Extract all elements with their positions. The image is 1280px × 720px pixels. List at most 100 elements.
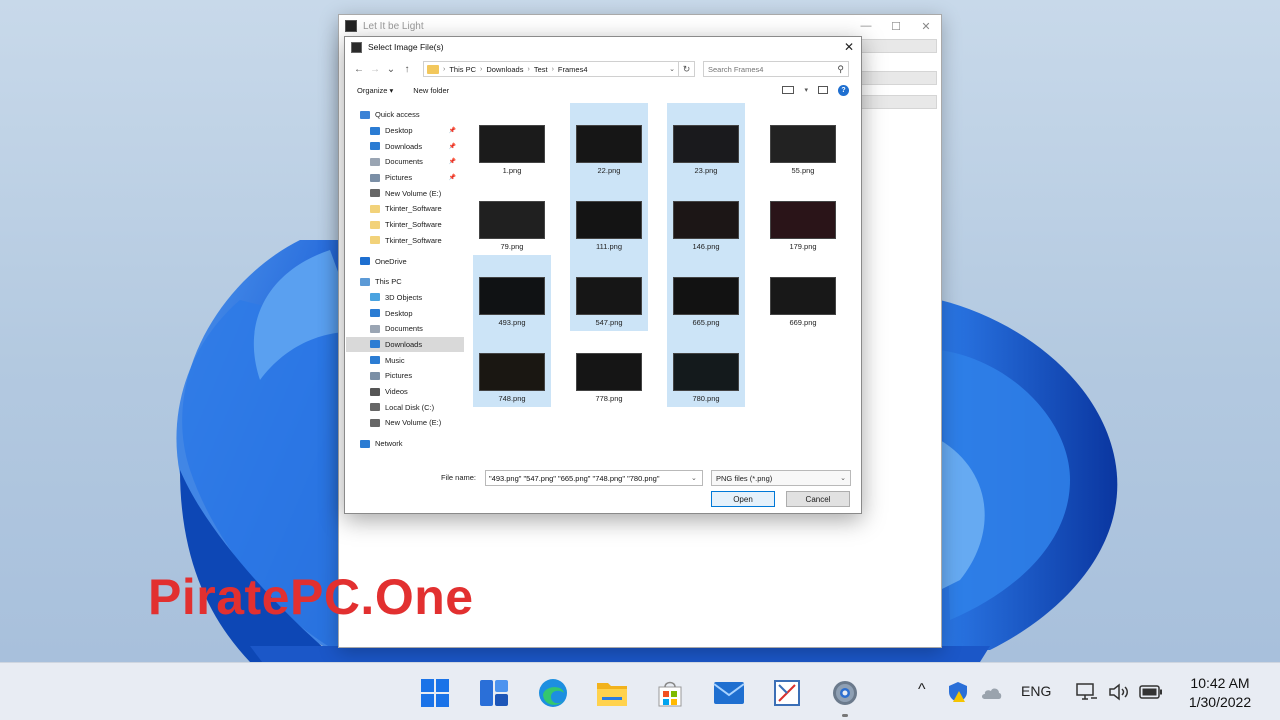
file-name-label: 778.png	[595, 394, 623, 403]
minimize-button[interactable]: —	[851, 15, 881, 37]
taskbar-clock[interactable]: 10:42 AM 1/30/2022	[1180, 674, 1260, 712]
nav-pane-item[interactable]: Quick access	[346, 107, 464, 123]
image-thumbnail	[576, 277, 642, 315]
nav-pane-item[interactable]: Tkinter_Software	[346, 201, 464, 217]
file-name-dropdown-icon[interactable]: ⌄	[691, 474, 697, 482]
nav-pane-item[interactable]: Pictures 📌	[346, 170, 464, 186]
background-panel-strip	[859, 71, 937, 85]
image-thumbnail	[673, 277, 739, 315]
security-shield-icon[interactable]	[946, 680, 970, 704]
nav-pane-item[interactable]: OneDrive	[346, 253, 464, 269]
file-tile[interactable]: 111.png	[570, 179, 648, 255]
snipping-tool-icon[interactable]	[771, 677, 803, 709]
view-options-chevron-icon[interactable]: ▾	[804, 86, 808, 94]
nav-pane-item[interactable]: Downloads	[346, 336, 464, 353]
dialog-close-button[interactable]: ✕	[837, 37, 861, 57]
help-icon[interactable]: ?	[838, 84, 849, 96]
search-box[interactable]: ⚲	[703, 61, 849, 77]
network-monitor-icon[interactable]	[1074, 680, 1100, 704]
new-folder-button[interactable]: New folder	[413, 86, 449, 95]
nav-pane-item[interactable]: Desktop 📌	[346, 123, 464, 139]
chevron-down-icon: ⌄	[840, 475, 846, 482]
file-tile[interactable]: 1.png	[473, 103, 551, 179]
tray-chevron-icon[interactable]: ^	[918, 681, 926, 699]
up-folder-button[interactable]: ↑	[399, 61, 415, 77]
nav-pane-item[interactable]: This PC	[346, 274, 464, 290]
language-indicator[interactable]: ENG	[1021, 683, 1051, 699]
windows-start-icon[interactable]	[419, 677, 451, 709]
nav-pane-item-label: Network	[375, 439, 403, 449]
file-tile[interactable]: 547.png	[570, 255, 648, 331]
change-view-icon[interactable]	[782, 86, 795, 94]
file-tile[interactable]: 79.png	[473, 179, 551, 255]
organize-button[interactable]: Organize ▾	[357, 86, 393, 95]
maximize-button[interactable]: ☐	[881, 15, 911, 37]
nav-pane-item[interactable]: New Volume (E:)	[346, 185, 464, 201]
battery-icon[interactable]	[1138, 680, 1164, 704]
file-tile[interactable]: 146.png	[667, 179, 745, 255]
pin-icon: 📌	[448, 175, 456, 182]
nav-pane-item[interactable]: 3D Objects	[346, 290, 464, 306]
nav-pane-item[interactable]: Tkinter_Software	[346, 233, 464, 249]
select-image-files-dialog: Select Image File(s) ✕ ← → ⌄ ↑ › This PC…	[344, 36, 862, 514]
nav-pane-item[interactable]: Network	[346, 436, 464, 452]
volume-icon[interactable]	[1106, 680, 1132, 704]
file-tile[interactable]: 748.png	[473, 331, 551, 407]
file-tile[interactable]: 780.png	[667, 331, 745, 407]
image-thumbnail	[770, 277, 836, 315]
widgets-icon[interactable]	[478, 677, 510, 709]
file-tile[interactable]: 669.png	[764, 255, 842, 331]
recent-locations-button[interactable]: ⌄	[383, 61, 399, 77]
edge-icon[interactable]	[537, 677, 569, 709]
nav-pane-item-label: This PC	[375, 277, 402, 287]
file-tile[interactable]: 179.png	[764, 179, 842, 255]
close-button[interactable]: ✕	[911, 15, 941, 37]
address-dropdown-icon[interactable]: ⌄	[669, 65, 675, 73]
image-thumbnail	[770, 201, 836, 239]
nav-pane-item[interactable]: Videos	[346, 384, 464, 400]
open-button[interactable]: Open	[711, 491, 775, 507]
file-tile[interactable]: 22.png	[570, 103, 648, 179]
file-tile[interactable]: 778.png	[570, 331, 648, 407]
nav-pane-item[interactable]: Local Disk (C:)	[346, 399, 464, 415]
background-panel-strip	[859, 95, 937, 109]
store-icon[interactable]	[654, 677, 686, 709]
cancel-button[interactable]: Cancel	[786, 491, 850, 507]
back-button[interactable]: ←	[351, 61, 367, 77]
search-icon: ⚲	[837, 63, 844, 74]
breadcrumb-this-pc[interactable]: This PC	[449, 65, 476, 74]
file-type-select[interactable]: PNG files (*.png) ⌄	[711, 470, 851, 486]
nav-pane-item[interactable]: Documents	[346, 321, 464, 337]
nav-pane-item[interactable]: Tkinter_Software	[346, 217, 464, 233]
breadcrumb-test[interactable]: Test	[534, 65, 548, 74]
preview-pane-icon[interactable]	[818, 86, 828, 94]
refresh-button[interactable]: ↻	[679, 61, 695, 77]
file-explorer-icon[interactable]	[596, 677, 628, 709]
breadcrumb-downloads[interactable]: Downloads	[486, 65, 523, 74]
settings-icon[interactable]	[829, 677, 861, 709]
pictures-icon	[370, 371, 380, 380]
nav-pane-item-label: Documents	[385, 324, 423, 334]
onedrive-cloud-icon[interactable]	[978, 680, 1004, 704]
address-bar[interactable]: › This PC › Downloads › Test › Frames4 ⌄	[423, 61, 679, 77]
file-tile[interactable]: 493.png	[473, 255, 551, 331]
forward-button[interactable]: →	[367, 61, 383, 77]
nav-pane-item-label: Desktop	[385, 126, 413, 136]
nav-pane-item[interactable]: Pictures	[346, 368, 464, 384]
nav-pane-item[interactable]: Desktop	[346, 305, 464, 321]
breadcrumb-separator: ›	[443, 65, 446, 73]
nav-pane-item[interactable]: Documents 📌	[346, 154, 464, 170]
breadcrumb-frames4[interactable]: Frames4	[558, 65, 588, 74]
mail-icon[interactable]	[713, 677, 745, 709]
nav-pane-item[interactable]: New Volume (E:)	[346, 415, 464, 431]
background-window-titlebar: Let It be Light — ☐ ✕	[339, 15, 941, 37]
nav-pane-item[interactable]: Downloads 📌	[346, 138, 464, 154]
file-tile[interactable]: 23.png	[667, 103, 745, 179]
search-input[interactable]	[708, 64, 834, 74]
breadcrumb-separator: ›	[551, 65, 554, 73]
drive-icon	[370, 189, 380, 198]
file-name-input[interactable]	[485, 470, 703, 486]
file-tile[interactable]: 665.png	[667, 255, 745, 331]
file-tile[interactable]: 55.png	[764, 103, 842, 179]
nav-pane-item[interactable]: Music	[346, 352, 464, 368]
